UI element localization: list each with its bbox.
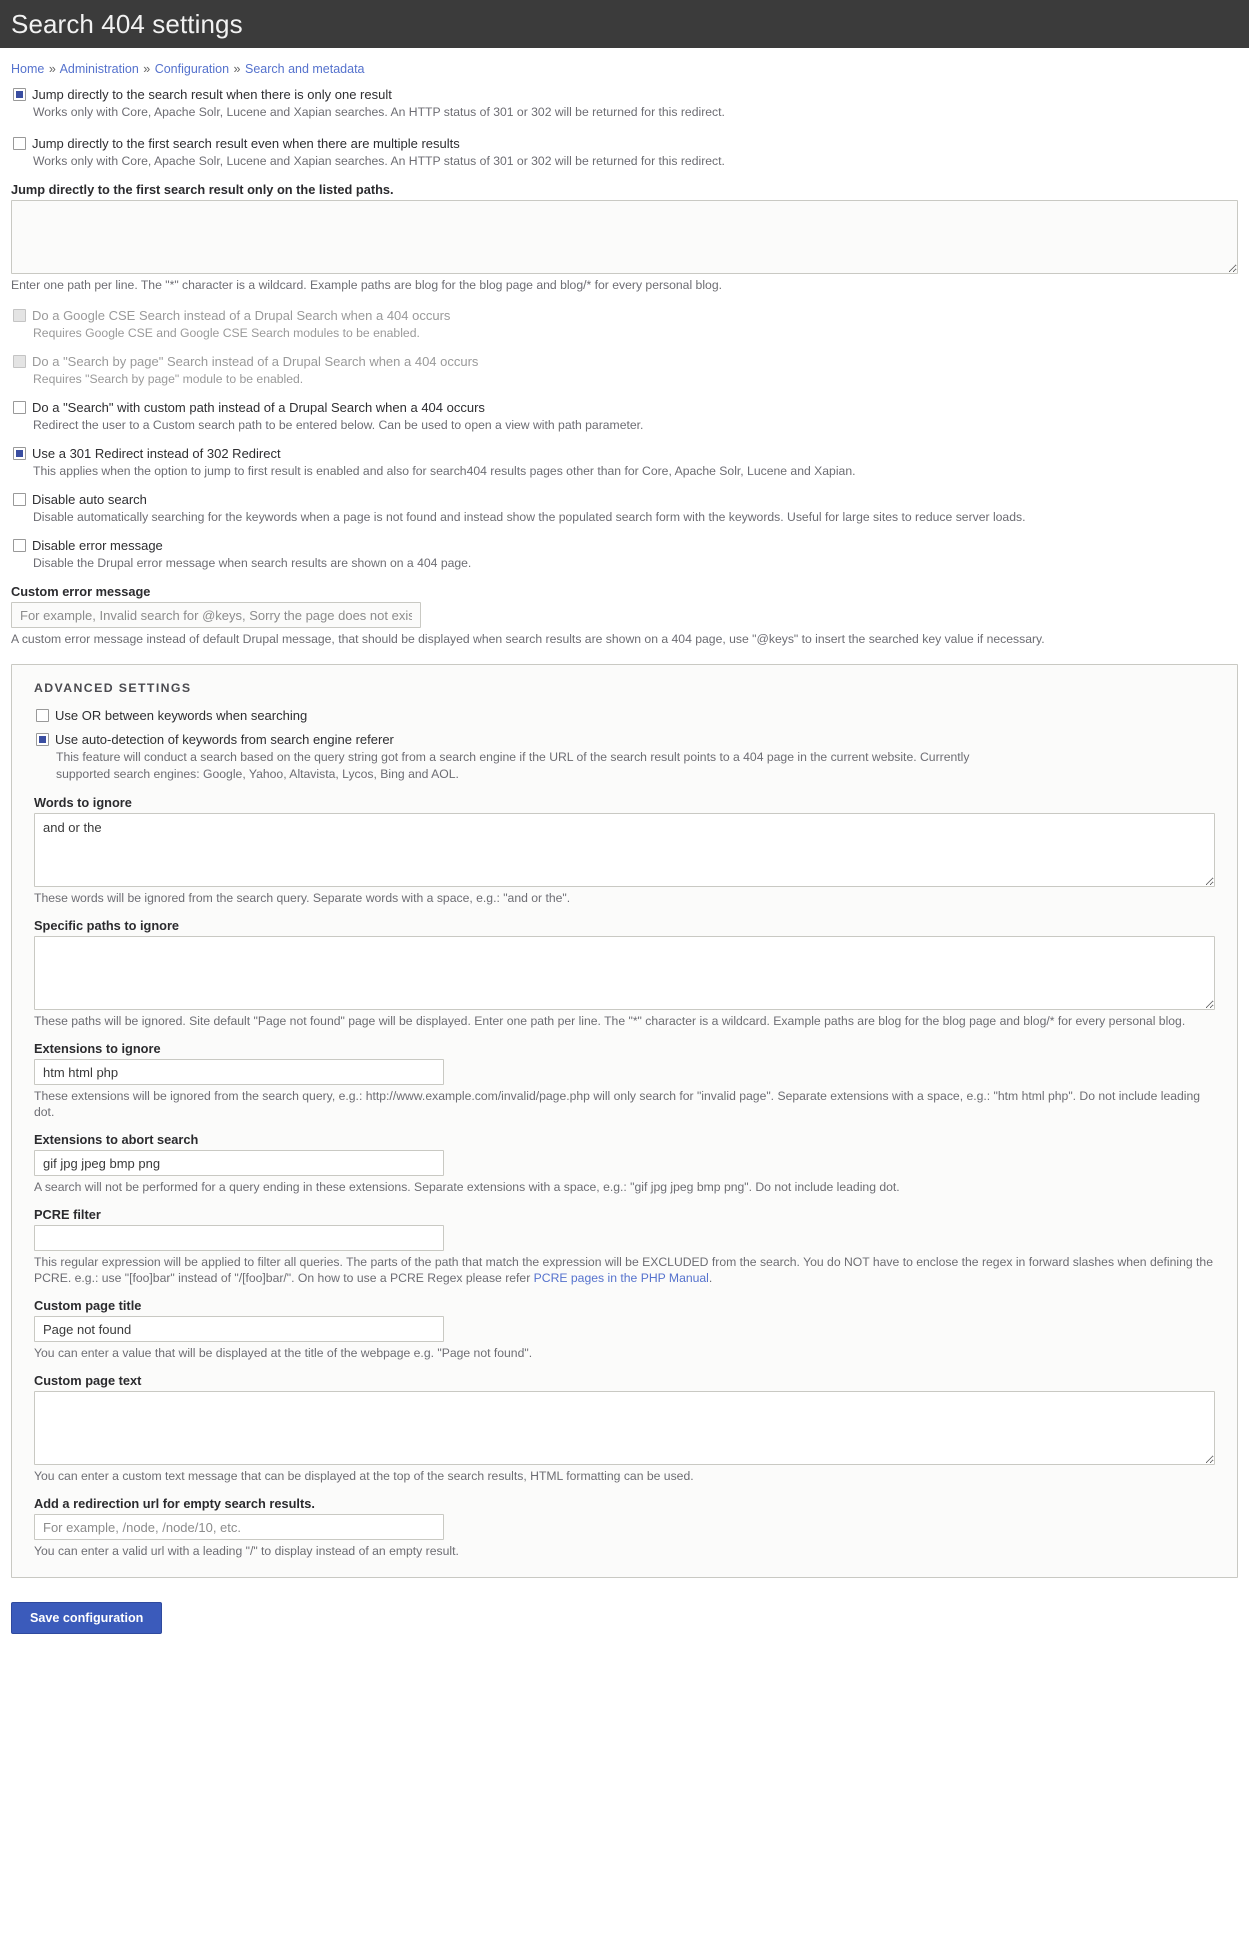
checkbox-description-jump-first-result: Works only with Core, Apache Solr, Lucen… — [33, 154, 725, 168]
label-pcre-filter: PCRE filter — [34, 1207, 101, 1222]
breadcrumb-separator: » — [48, 62, 56, 76]
breadcrumb-item-administration[interactable]: Administration — [60, 62, 139, 76]
description-jump-paths: Enter one path per line. The "*" charact… — [11, 278, 722, 292]
label-paths-to-ignore: Specific paths to ignore — [34, 918, 180, 933]
link-pcre-php-manual[interactable]: PCRE pages in the PHP Manual — [534, 1271, 709, 1285]
checkbox-jump-single-result[interactable] — [13, 88, 26, 101]
breadcrumb-item-search-and-metadata[interactable]: Search and metadata — [245, 62, 365, 76]
checkbox-description-301-redirect: This applies when the option to jump to … — [33, 464, 856, 478]
label-redirect-empty-results: Add a redirection url for empty search r… — [34, 1496, 315, 1511]
breadcrumb: Home » Administration » Configuration » … — [0, 48, 1249, 86]
checkbox-description-custom-path: Redirect the user to a Custom search pat… — [33, 418, 644, 432]
pcre-description-tail: . — [708, 1271, 713, 1285]
checkbox-label-jump-first-result[interactable]: Jump directly to the first search result… — [32, 135, 460, 152]
label-extensions-to-ignore: Extensions to ignore — [34, 1041, 161, 1056]
description-custom-error-message: A custom error message instead of defaul… — [11, 632, 1045, 646]
input-extensions-to-ignore[interactable] — [34, 1059, 444, 1085]
search404-settings-form: Jump directly to the search result when … — [0, 86, 1249, 1578]
checkbox-label-disable-error-message[interactable]: Disable error message — [32, 537, 163, 554]
description-words-to-ignore: These words will be ignored from the sea… — [34, 891, 571, 905]
page-title: Search 404 settings — [11, 8, 243, 39]
checkbox-label-use-or[interactable]: Use OR between keywords when searching — [55, 707, 307, 724]
breadcrumb-item-configuration[interactable]: Configuration — [155, 62, 229, 76]
label-custom-page-text: Custom page text — [34, 1373, 142, 1388]
checkbox-label-custom-path[interactable]: Do a "Search" with custom path instead o… — [32, 399, 485, 416]
label-words-to-ignore: Words to ignore — [34, 795, 132, 810]
input-redirect-empty-results[interactable] — [34, 1514, 444, 1540]
input-custom-page-title[interactable] — [34, 1316, 444, 1342]
checkbox-row-disable-auto-search: Disable auto search Disable automaticall… — [11, 491, 1238, 526]
form-actions: Save configuration — [11, 1602, 1249, 1634]
checkbox-label-disable-auto-search[interactable]: Disable auto search — [32, 491, 147, 508]
label-jump-paths: Jump directly to the first search result… — [11, 182, 394, 197]
checkbox-label-jump-single-result[interactable]: Jump directly to the search result when … — [32, 86, 392, 103]
label-custom-error-message: Custom error message — [11, 584, 151, 599]
advanced-settings-section: ADVANCED SETTINGS Use OR between keyword… — [11, 664, 1238, 1578]
checkbox-row-disable-error-message: Disable error message Disable the Drupal… — [11, 537, 1238, 572]
textarea-custom-page-text[interactable] — [34, 1391, 1215, 1465]
checkbox-auto-detection[interactable] — [36, 733, 49, 746]
advanced-settings-title: ADVANCED SETTINGS — [34, 681, 192, 695]
checkbox-label-google-cse: Do a Google CSE Search instead of a Drup… — [32, 308, 451, 323]
checkbox-description-auto-detection: This feature will conduct a search based… — [56, 750, 970, 781]
page-header: Search 404 settings — [0, 0, 1249, 48]
checkbox-label-search-by-page: Do a "Search by page" Search instead of … — [32, 354, 479, 369]
input-pcre-filter[interactable] — [34, 1225, 444, 1251]
checkbox-description-google-cse: Requires Google CSE and Google CSE Searc… — [33, 326, 420, 340]
checkbox-use-or[interactable] — [36, 709, 49, 722]
description-custom-page-title: You can enter a value that will be displ… — [34, 1346, 533, 1360]
textarea-jump-paths[interactable] — [11, 200, 1238, 274]
input-custom-error-message[interactable] — [11, 602, 421, 628]
checkbox-label-auto-detection[interactable]: Use auto-detection of keywords from sear… — [55, 731, 394, 748]
description-custom-page-text: You can enter a custom text message that… — [34, 1469, 694, 1483]
checkbox-row-search-by-page: Do a "Search by page" Search instead of … — [11, 353, 1238, 388]
checkbox-description-disable-auto-search: Disable automatically searching for the … — [33, 510, 1026, 524]
checkbox-description-disable-error-message: Disable the Drupal error message when se… — [33, 556, 472, 570]
label-custom-page-title: Custom page title — [34, 1298, 142, 1313]
checkbox-row-jump-first-result: Jump directly to the first search result… — [11, 135, 1238, 170]
description-pcre-filter: This regular expression will be applied … — [34, 1254, 1215, 1286]
save-configuration-button[interactable]: Save configuration — [11, 1602, 163, 1634]
description-redirect-empty-results: You can enter a valid url with a leading… — [34, 1544, 459, 1558]
description-paths-to-ignore: These paths will be ignored. Site defaul… — [34, 1014, 1186, 1028]
checkbox-google-cse — [13, 309, 26, 322]
checkbox-description-jump-single-result: Works only with Core, Apache Solr, Lucen… — [33, 105, 725, 119]
checkbox-row-jump-single-result: Jump directly to the search result when … — [11, 86, 1238, 121]
checkbox-jump-first-result[interactable] — [13, 137, 26, 150]
textarea-words-to-ignore[interactable] — [34, 813, 1215, 887]
checkbox-disable-auto-search[interactable] — [13, 493, 26, 506]
breadcrumb-separator: » — [233, 62, 241, 76]
description-extensions-to-ignore: These extensions will be ignored from th… — [34, 1089, 1201, 1119]
checkbox-disable-error-message[interactable] — [13, 539, 26, 552]
breadcrumb-item-home[interactable]: Home — [11, 62, 44, 76]
checkbox-301-redirect[interactable] — [13, 447, 26, 460]
checkbox-search-by-page — [13, 355, 26, 368]
checkbox-row-google-cse: Do a Google CSE Search instead of a Drup… — [11, 307, 1238, 342]
breadcrumb-separator: » — [143, 62, 151, 76]
description-extensions-to-abort: A search will not be performed for a que… — [34, 1180, 900, 1194]
checkbox-label-301-redirect[interactable]: Use a 301 Redirect instead of 302 Redire… — [32, 445, 281, 462]
checkbox-custom-path[interactable] — [13, 401, 26, 414]
label-extensions-to-abort: Extensions to abort search — [34, 1132, 199, 1147]
checkbox-description-search-by-page: Requires "Search by page" module to be e… — [33, 372, 304, 386]
textarea-paths-to-ignore[interactable] — [34, 936, 1215, 1010]
checkbox-row-301-redirect: Use a 301 Redirect instead of 302 Redire… — [11, 445, 1238, 480]
checkbox-row-use-or: Use OR between keywords when searching — [34, 707, 1215, 724]
checkbox-row-custom-path: Do a "Search" with custom path instead o… — [11, 399, 1238, 434]
input-extensions-to-abort[interactable] — [34, 1150, 444, 1176]
checkbox-row-auto-detection: Use auto-detection of keywords from sear… — [34, 731, 1215, 783]
